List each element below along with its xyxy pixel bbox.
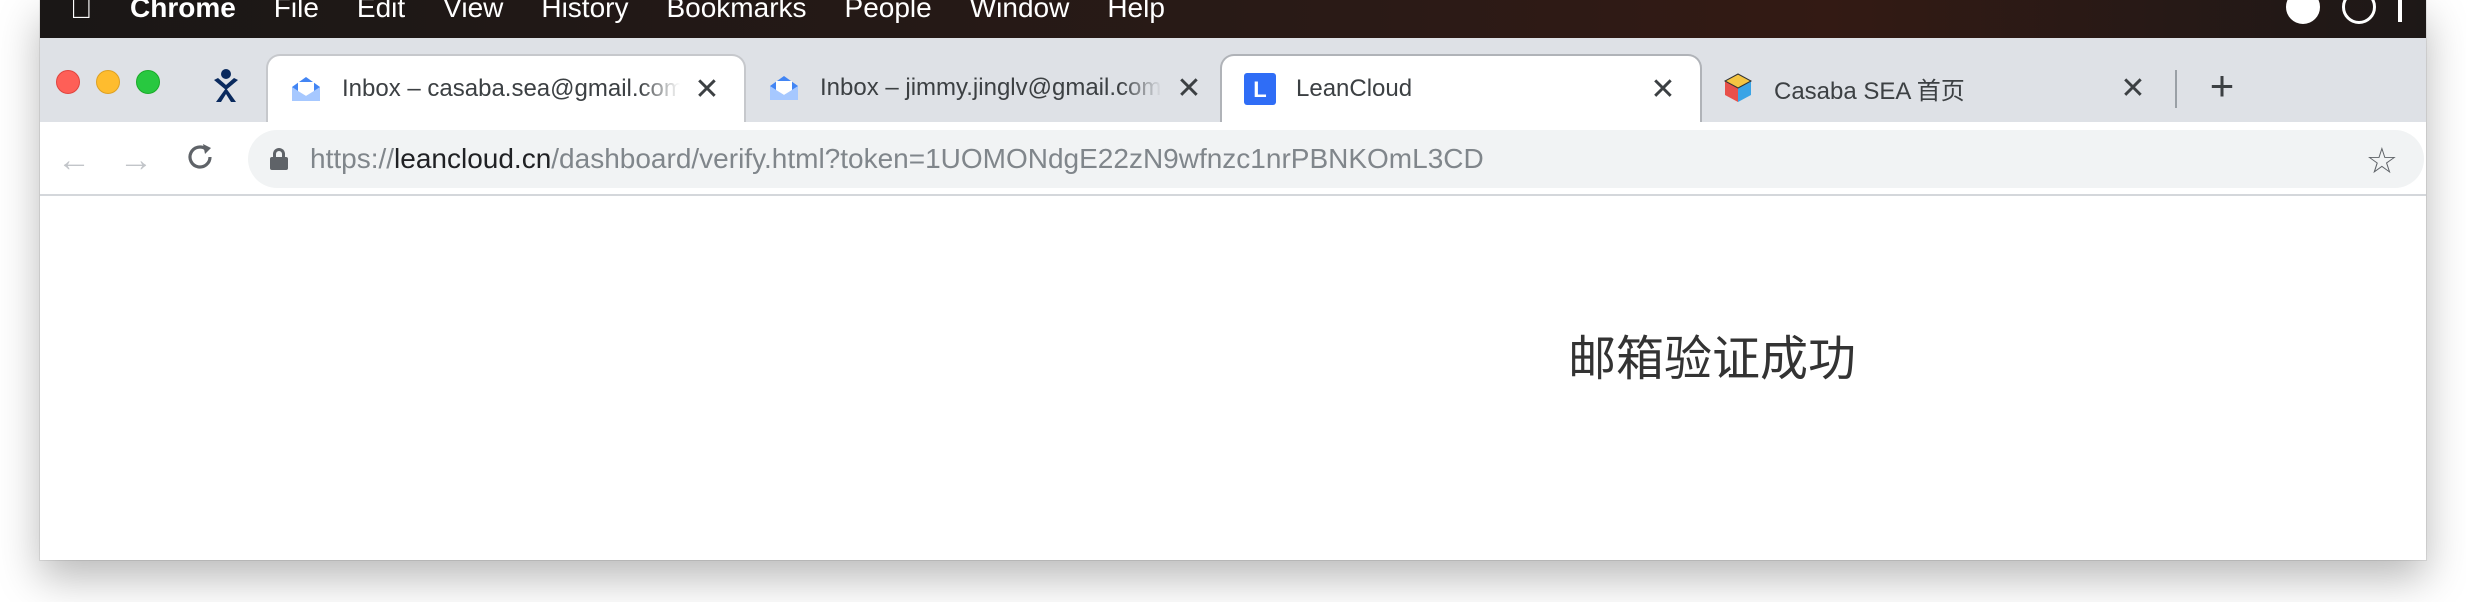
cube-icon (1723, 73, 1753, 102)
tab-title: Inbox – jimmy.jinglv@gmail.com (820, 74, 1162, 101)
bookmark-star-icon[interactable]: ☆ (2366, 140, 2398, 182)
tab-title: LeanCloud (1296, 75, 1413, 102)
inbox-icon (770, 76, 798, 100)
svg-text:L: L (1253, 77, 1266, 102)
url-scheme: https:// (310, 143, 395, 174)
close-tab-icon[interactable]: ✕ (2118, 71, 2148, 106)
leancloud-icon: L (1244, 73, 1276, 105)
menu-window[interactable]: Window (970, 0, 1070, 24)
window-controls (56, 70, 160, 94)
macos-menu-bar:  Chrome File Edit View History Bookmark… (40, 0, 2426, 38)
minimize-window-button[interactable] (96, 70, 120, 94)
browser-toolbar: ← → https://leancloud.cn/dashboard/verif… (40, 122, 2426, 196)
menu-file[interactable]: File (274, 0, 319, 24)
tab-leancloud[interactable]: L LeanCloud ✕ (1220, 54, 1702, 122)
menu-edit[interactable]: Edit (357, 0, 405, 24)
status-icons (2286, 0, 2402, 24)
menu-view[interactable]: View (443, 0, 503, 24)
tab-inbox-jimmy[interactable]: Inbox – jimmy.jinglv@gmail.com ✕ (746, 54, 1226, 122)
close-tab-icon[interactable]: ✕ (1648, 72, 1678, 107)
pinned-tab[interactable] (208, 68, 244, 104)
new-tab-button[interactable]: + (2198, 62, 2246, 110)
menu-items: Chrome File Edit View History Bookmarks … (130, 0, 1165, 24)
url-host: leancloud.cn (394, 143, 552, 174)
tab-strip: Inbox – casaba.sea@gmail.com ✕ Inbox – j… (40, 38, 2426, 122)
jira-person-icon (214, 69, 238, 102)
close-tab-icon[interactable]: ✕ (692, 72, 722, 107)
zoom-window-button[interactable] (136, 70, 160, 94)
verification-success-message: 邮箱验证成功 (1568, 331, 1857, 387)
browser-window:  Chrome File Edit View History Bookmark… (40, 0, 2426, 560)
status-app-icon[interactable] (2286, 0, 2320, 24)
menu-bookmarks[interactable]: Bookmarks (666, 0, 806, 24)
back-button[interactable]: ← (54, 140, 94, 180)
tab-inbox-casaba[interactable]: Inbox – casaba.sea@gmail.com ✕ (266, 54, 746, 122)
url-path: /dashboard/verify.html?token=1UOMONdgE22… (551, 143, 1484, 174)
tab-casaba-sea[interactable]: Casaba SEA 首页 ✕ (1700, 54, 2170, 122)
status-clock-icon[interactable] (2342, 0, 2376, 24)
status-extra-icon[interactable] (2398, 0, 2402, 22)
menu-chrome[interactable]: Chrome (130, 0, 236, 24)
page-content: 邮箱验证成功 (40, 219, 2426, 560)
close-tab-icon[interactable]: ✕ (1174, 71, 1204, 106)
menu-history[interactable]: History (541, 0, 628, 24)
tab-title: Casaba SEA 首页 (1774, 77, 1965, 105)
apple-icon[interactable]:  (70, 0, 93, 26)
reload-icon (188, 144, 212, 169)
lock-icon[interactable] (270, 148, 288, 170)
forward-button[interactable]: → (116, 140, 156, 180)
close-window-button[interactable] (56, 70, 80, 94)
menu-people[interactable]: People (845, 0, 932, 24)
tab-separator (2175, 70, 2177, 108)
tab-title: Inbox – casaba.sea@gmail.com (342, 75, 680, 102)
url-text[interactable]: https://leancloud.cn/dashboard/verify.ht… (310, 143, 1484, 175)
menu-help[interactable]: Help (1107, 0, 1165, 24)
address-bar[interactable]: https://leancloud.cn/dashboard/verify.ht… (248, 130, 2424, 188)
reload-button[interactable] (180, 140, 220, 180)
inbox-icon (292, 77, 320, 101)
